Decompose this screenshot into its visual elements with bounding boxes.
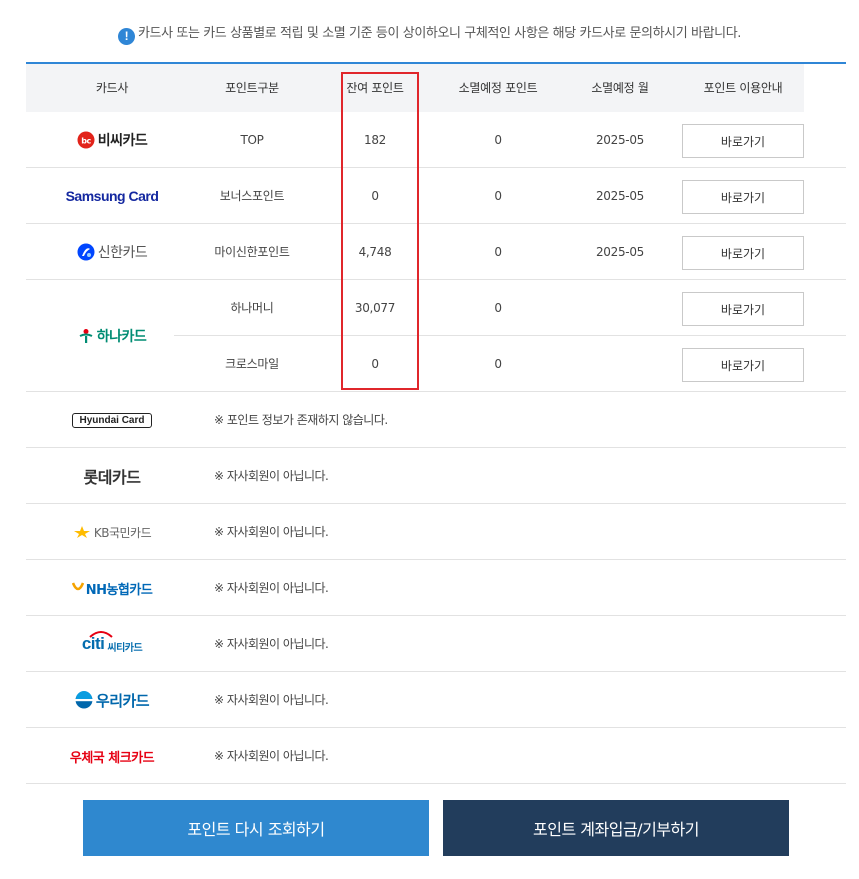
expiry-month: 2025-05 xyxy=(595,189,645,203)
point-type: TOP xyxy=(240,133,264,147)
status-message: ※ 자사회원이 아닙니다. xyxy=(214,469,329,483)
point-type: 보너스포인트 xyxy=(219,189,285,203)
expiry-month: 2025-05 xyxy=(595,245,645,259)
point-type: 마이신한포인트 xyxy=(214,245,290,259)
post-card-logo: 우체국 체크카드 xyxy=(69,750,155,766)
lotte-card-logo: 롯데카드 xyxy=(83,468,141,487)
bc-card-logo: bc 비씨카드 xyxy=(26,112,198,168)
hana-card-logo: 하나카드 xyxy=(26,280,198,392)
expiring-points: 0 xyxy=(494,133,502,147)
status-message: ※ 자사회원이 아닙니다. xyxy=(214,693,329,707)
go-button-shinhan[interactable]: 바로가기 xyxy=(682,236,804,270)
svg-text:bc: bc xyxy=(81,137,91,146)
header-expiring: 소멸예정 포인트 xyxy=(458,81,538,95)
table-row-post: 우체국 체크카드 ※ 자사회원이 아닙니다. xyxy=(26,728,846,784)
table-row-samsung: Samsung Card 보너스포인트 0 0 2025-05 바로가기 xyxy=(26,168,846,224)
notice-text: 카드사 또는 카드 상품별로 적립 및 소멸 기준 등이 상이하오니 구체적인 … xyxy=(137,26,742,41)
shinhan-card-logo: 신한카드 xyxy=(26,224,198,280)
expiring-points: 0 xyxy=(494,357,502,371)
samsung-card-logo: Samsung Card xyxy=(65,188,159,204)
table-row-nh: NH농협카드 ※ 자사회원이 아닙니다. xyxy=(26,560,846,616)
status-message: ※ 자사회원이 아닙니다. xyxy=(214,525,329,539)
kb-card-logo: KB국민카드 xyxy=(26,504,198,560)
notice: ! 카드사 또는 카드 상품별로 적립 및 소멸 기준 등이 상이하오니 구체적인… xyxy=(0,22,859,45)
status-message: ※ 자사회원이 아닙니다. xyxy=(214,637,329,651)
go-button-hanamoney[interactable]: 바로가기 xyxy=(682,292,804,326)
balance: 182 xyxy=(363,133,386,147)
go-button-bc[interactable]: 바로가기 xyxy=(682,124,804,158)
citi-arc-icon xyxy=(89,631,113,638)
info-icon: ! xyxy=(117,28,135,45)
hana-row-hanamoney: 하나머니 30,077 0 바로가기 xyxy=(174,280,846,336)
table-row-woori: 우리카드 ※ 자사회원이 아닙니다. xyxy=(26,672,846,728)
woori-card-logo: 우리카드 xyxy=(26,672,198,728)
table-row-kb: KB국민카드 ※ 자사회원이 아닙니다. xyxy=(26,504,846,560)
balance: 30,077 xyxy=(354,301,396,315)
expiry-month: 2025-05 xyxy=(595,133,645,147)
expiring-points: 0 xyxy=(494,301,502,315)
balance: 4,748 xyxy=(358,245,392,259)
header-guide: 포인트 이용안내 xyxy=(703,81,783,95)
nh-logo-icon xyxy=(71,582,84,591)
hyundai-card-logo: Hyundai Card xyxy=(26,392,198,448)
table-row-hyundai: Hyundai Card ※ 포인트 정보가 존재하지 않습니다. xyxy=(26,392,846,448)
table-row-citi: citi 씨티카드 ※ 자사회원이 아닙니다. xyxy=(26,616,846,672)
expiring-points: 0 xyxy=(494,245,502,259)
header-balance: 잔여 포인트 xyxy=(346,81,404,95)
go-button-samsung[interactable]: 바로가기 xyxy=(682,180,804,214)
woori-logo-icon xyxy=(74,691,93,709)
shinhan-logo-icon xyxy=(77,243,95,261)
table-row-bc: bc 비씨카드 TOP 182 0 2025-05 바로가기 xyxy=(26,112,846,168)
point-type: 크로스마일 xyxy=(225,357,279,371)
balance: 0 xyxy=(371,189,379,203)
nh-card-logo: NH농협카드 xyxy=(26,560,198,616)
table-row-shinhan: 신한카드 마이신한포인트 4,748 0 2025-05 바로가기 xyxy=(26,224,846,280)
point-type: 하나머니 xyxy=(230,301,274,315)
header-point-type: 포인트구분 xyxy=(225,81,279,95)
citi-card-logo: citi 씨티카드 xyxy=(26,616,198,672)
table-header: 카드사 포인트구분 잔여 포인트 소멸예정 포인트 소멸예정 월 포인트 이용안… xyxy=(26,64,846,112)
hana-row-crossmile: 크로스마일 0 0 바로가기 xyxy=(174,336,846,392)
points-table: 카드사 포인트구분 잔여 포인트 소멸예정 포인트 소멸예정 월 포인트 이용안… xyxy=(26,62,846,784)
bc-logo-icon: bc xyxy=(77,131,95,149)
table-row-hana: 하나카드 하나머니 30,077 0 바로가기 크로스마일 0 0 바로가기 xyxy=(26,280,846,392)
table-row-lotte: 롯데카드 ※ 자사회원이 아닙니다. xyxy=(26,448,846,504)
go-button-crossmile[interactable]: 바로가기 xyxy=(682,348,804,382)
balance: 0 xyxy=(371,357,379,371)
header-card-company: 카드사 xyxy=(95,81,129,95)
refresh-points-button[interactable]: 포인트 다시 조회하기 xyxy=(83,800,429,856)
status-message: ※ 자사회원이 아닙니다. xyxy=(214,581,329,595)
hana-logo-icon xyxy=(79,329,93,343)
expiring-points: 0 xyxy=(494,189,502,203)
status-message: ※ 포인트 정보가 존재하지 않습니다. xyxy=(214,413,388,427)
header-expiry-month: 소멸예정 월 xyxy=(591,81,649,95)
kb-star-icon xyxy=(73,526,90,538)
status-message: ※ 자사회원이 아닙니다. xyxy=(214,749,329,763)
deposit-donate-button[interactable]: 포인트 계좌입금/기부하기 xyxy=(443,800,789,856)
